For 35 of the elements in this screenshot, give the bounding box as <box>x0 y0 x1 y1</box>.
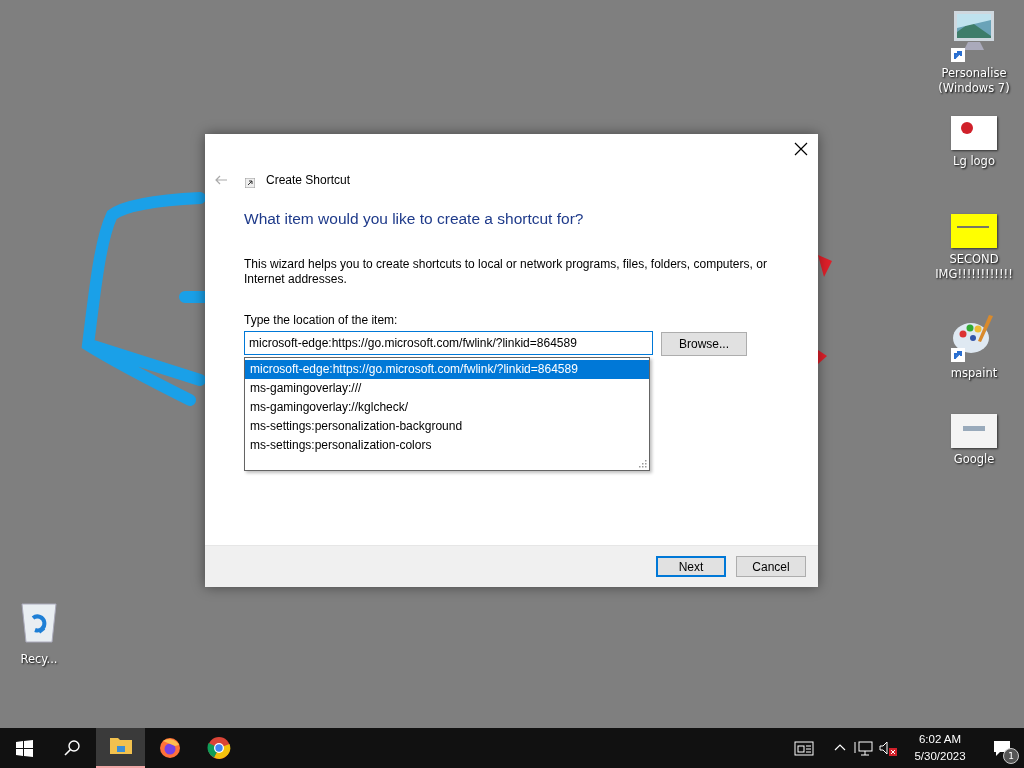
time-text: 6:02 AM <box>917 732 963 747</box>
field-label: Type the location of the item: <box>244 313 399 327</box>
icon-label[interactable]: Personalise (Windows 7) <box>938 66 1010 96</box>
icon-label[interactable]: Recy... <box>20 652 58 667</box>
suggestion-item[interactable]: ms-gamingoverlay://kglcheck/ <box>245 398 649 417</box>
window-title: Create Shortcut <box>266 173 351 187</box>
muted-volume-icon[interactable] <box>878 739 898 757</box>
notification-count-badge: 1 <box>1003 748 1019 764</box>
wizard-heading: What item would you like to create a shortcut for? <box>244 210 585 228</box>
browse-button[interactable]: Browse... <box>661 332 747 356</box>
chrome-browser-icon <box>206 736 231 760</box>
suggestion-item[interactable]: ms-settings:personalization-colors <box>245 436 649 455</box>
close-icon[interactable] <box>792 140 810 158</box>
clock[interactable]: 6:02 AM 5/30/2023 <box>900 731 980 765</box>
windows-logo-icon <box>15 739 33 757</box>
suggestion-item[interactable]: ms-settings:personalization-background <box>245 417 649 436</box>
search-icon <box>64 740 80 756</box>
shortcut-icon <box>245 178 255 188</box>
news-icon[interactable] <box>794 739 814 757</box>
description-text: This wizard helps you to create shortcuts to local or network programs, files, folders, computers, or Internet addresses. <box>244 257 768 287</box>
resize-grip-icon[interactable] <box>638 459 647 468</box>
icon-label[interactable]: Lg logo <box>953 154 995 169</box>
location-field[interactable]: microsoft-edge:https://go.microsoft.com/fwlink/?linkid=864589 <box>244 331 653 355</box>
taskbar-app-button[interactable] <box>96 728 145 768</box>
cancel-button[interactable]: Cancel <box>736 556 806 577</box>
date-text: 5/30/2023 <box>913 749 967 764</box>
suggestion-item[interactable]: microsoft-edge:https://go.microsoft.com/fwlink/?linkid=864589 <box>245 360 649 379</box>
network-icon[interactable] <box>854 739 874 757</box>
icon-label[interactable]: Google <box>953 452 995 467</box>
firefox-browser-icon <box>157 736 182 760</box>
icon-label[interactable]: mspaint <box>950 366 998 381</box>
notifications-icon[interactable] <box>992 739 1012 757</box>
next-button[interactable]: Next <box>656 556 726 577</box>
suggestion-item[interactable]: ms-gamingoverlay:/// <box>245 379 649 398</box>
icon-label[interactable]: SECOND IMG!!!!!!!!!!!! <box>935 252 1013 282</box>
